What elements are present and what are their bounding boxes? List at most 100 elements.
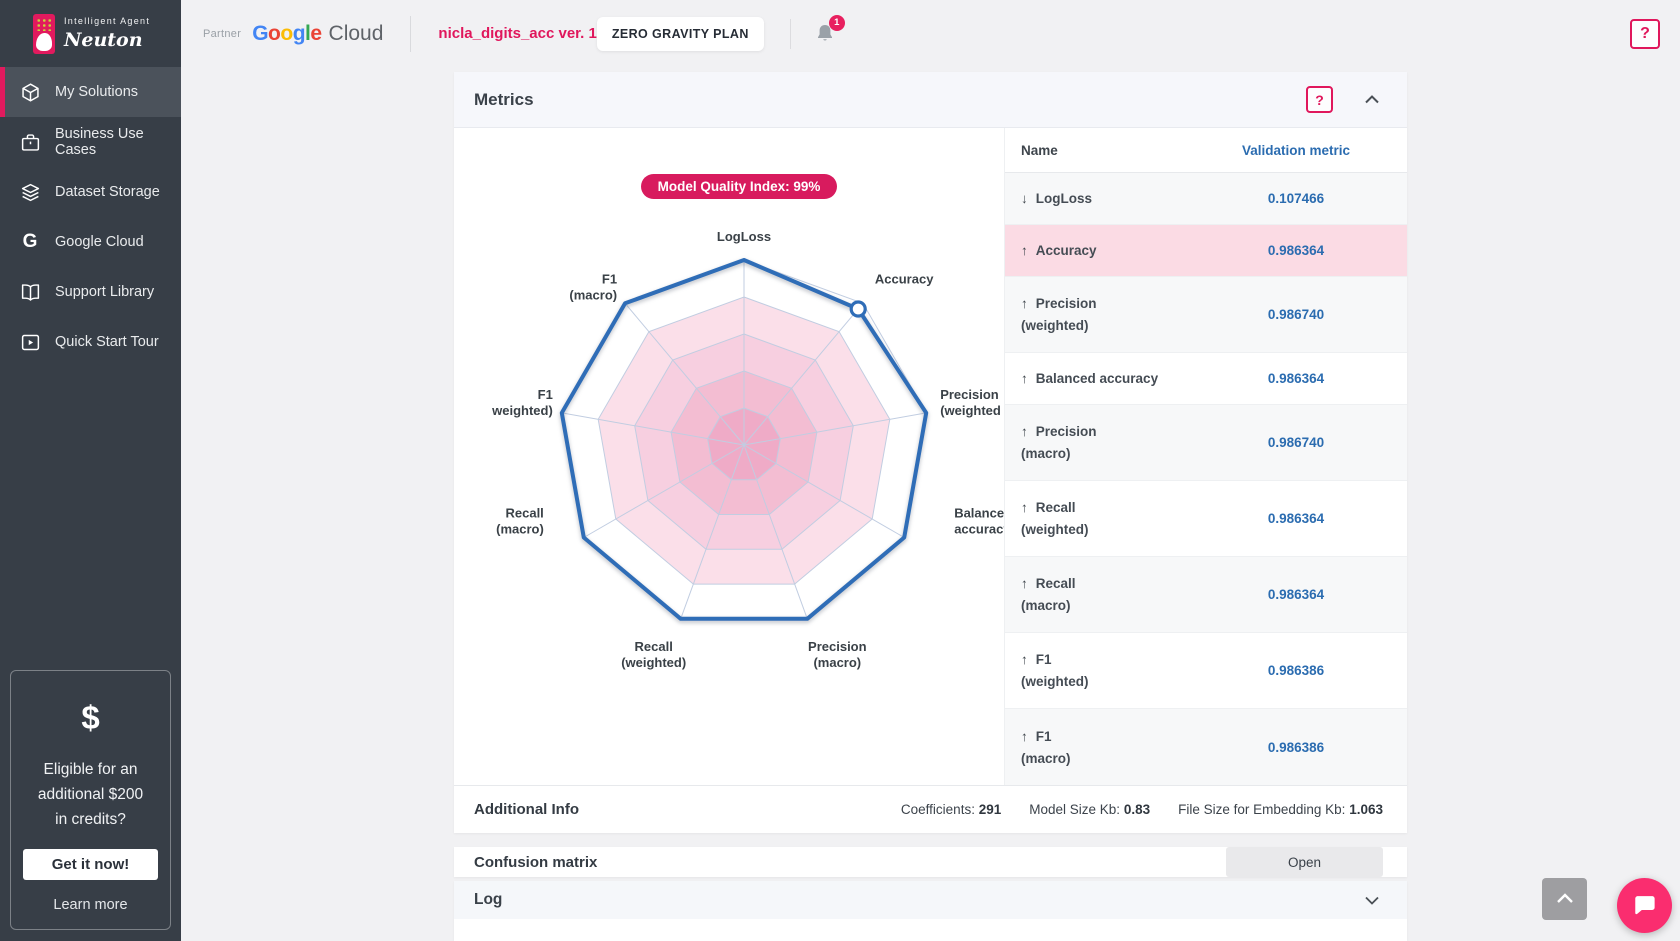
metric-name-line1: Accuracy (1036, 243, 1097, 258)
additional-info-bar: Additional Info Coefficients: 291Model S… (454, 785, 1407, 833)
model-quality-badge: Model Quality Index: 99% (641, 174, 838, 199)
metric-value: 0.986364 (1199, 511, 1393, 526)
metric-name: ↑Precision(macro) (1021, 421, 1199, 464)
cloud-word: Cloud (329, 22, 384, 46)
validation-metric-column-header[interactable]: Validation metric (1199, 143, 1393, 158)
stat-label: Coefficients: (901, 802, 975, 817)
topbar: Partner GoogleCloud nicla_digits_acc ver… (181, 0, 1680, 67)
metric-row-f1-weighted[interactable]: ↑F1(weighted)0.986386 (1005, 633, 1407, 709)
stat-label: File Size for Embedding Kb: (1178, 802, 1345, 817)
metric-value: 0.986364 (1199, 371, 1393, 386)
radar-axis-label-accuracy: Accuracy (875, 271, 934, 286)
notifications-button[interactable]: 1 (813, 21, 839, 47)
metric-name-line2: (weighted) (1021, 671, 1199, 692)
get-it-now-button[interactable]: Get it now! (23, 849, 158, 880)
sidebar-item-business-use-cases[interactable]: Business Use Cases (0, 117, 181, 167)
sidebar-item-google-cloud[interactable]: GGoogle Cloud (0, 217, 181, 267)
metric-name: ↑Recall(weighted) (1021, 497, 1199, 540)
topbar-divider (410, 16, 411, 52)
radar-chart-area: Model Quality Index: 99% LogLoss Accuracy… (454, 128, 1004, 785)
log-title: Log (474, 891, 502, 909)
metric-row-recall-weighted[interactable]: ↑Recall(weighted)0.986364 (1005, 481, 1407, 557)
arrow-up-icon: ↑ (1021, 576, 1028, 591)
app-logo[interactable]: Intelligent Agent Neuton (0, 0, 181, 67)
google-letter: o (268, 22, 280, 45)
metric-row-f1-macro[interactable]: ↑F1(macro)0.986386 (1005, 709, 1407, 785)
metric-name-line1: F1 (1036, 729, 1052, 744)
metrics-help-button[interactable]: ? (1306, 86, 1333, 113)
metric-value: 0.986740 (1199, 435, 1393, 450)
arrow-up-icon: ↑ (1021, 652, 1028, 667)
metric-name: ↑Balanced accuracy (1021, 368, 1199, 389)
google-letter: o (280, 22, 292, 45)
metric-name-line2: (weighted) (1021, 519, 1199, 540)
metric-name: ↑Accuracy (1021, 240, 1199, 261)
project-title: nicla_digits_acc ver. 1 (438, 25, 596, 42)
promo-card: $ Eligible for an additional $200 in cre… (10, 670, 171, 930)
confusion-matrix-title: Confusion matrix (474, 854, 597, 871)
metric-row-precision-weighted[interactable]: ↑Precision(weighted)0.986740 (1005, 277, 1407, 353)
metric-value: 0.986740 (1199, 307, 1393, 322)
metric-name-line1: Recall (1036, 500, 1076, 515)
stat-value: 0.83 (1124, 802, 1150, 817)
logo-blob (36, 33, 52, 51)
name-column-header: Name (1021, 143, 1199, 158)
additional-info-stats: Coefficients: 291Model Size Kb: 0.83File… (901, 802, 1383, 817)
radar-axis-label-precision-weighted: Precision(weighted (940, 387, 1001, 418)
confusion-matrix-card: Confusion matrix Open (454, 847, 1407, 877)
sidebar-item-quick-start-tour[interactable]: Quick Start Tour (0, 317, 181, 367)
radar-axis-label-precision-macro: Precision(macro) (808, 639, 867, 670)
metrics-card: Metrics ? Model Quality Index: 99% LogLo… (454, 72, 1407, 833)
metric-row-logloss[interactable]: ↓LogLoss0.107466 (1005, 173, 1407, 225)
stat-model-size-kb: Model Size Kb: 0.83 (1029, 802, 1150, 817)
metric-value: 0.107466 (1199, 191, 1393, 206)
zero-gravity-plan-button[interactable]: ZERO GRAVITY PLAN (597, 17, 764, 51)
metric-name: ↑Recall(macro) (1021, 573, 1199, 616)
metric-row-balanced-accuracy[interactable]: ↑Balanced accuracy0.986364 (1005, 353, 1407, 405)
metric-value: 0.986386 (1199, 740, 1393, 755)
metric-name-line1: Precision (1036, 296, 1097, 311)
radar-axis-label-logloss: LogLoss (717, 229, 771, 244)
chevron-up-icon (1556, 892, 1574, 907)
chat-button[interactable] (1617, 878, 1672, 933)
google-letter: e (310, 22, 321, 45)
metric-name-line1: Precision (1036, 424, 1097, 439)
metric-row-recall-macro[interactable]: ↑Recall(macro)0.986364 (1005, 557, 1407, 633)
metric-value: 0.986364 (1199, 587, 1393, 602)
radar-axis-label-recall-weighted: Recall(weighted) (621, 639, 686, 670)
main-content: Metrics ? Model Quality Index: 99% LogLo… (181, 0, 1680, 941)
log-expand-button[interactable] (1365, 893, 1379, 908)
logo-brand: Neuton (64, 29, 150, 51)
sidebar-item-label: Quick Start Tour (55, 334, 159, 350)
metrics-header: Metrics ? (454, 72, 1407, 128)
notification-badge: 1 (829, 15, 845, 31)
arrow-up-icon: ↑ (1021, 424, 1028, 439)
metrics-table: Name Validation metric ↓LogLoss0.107466↑… (1004, 128, 1407, 785)
metric-name-line1: Balanced accuracy (1036, 371, 1158, 386)
scroll-to-top-button[interactable] (1542, 878, 1587, 920)
radar-axis-label-recall-macro: Recall(macro) (496, 506, 544, 537)
radar-axis-label-f1-weighted: F1weighted) (491, 387, 553, 418)
metric-value: 0.986386 (1199, 663, 1393, 678)
radar-axis-label-balanced-accuracy: Balancedaccuracy (954, 506, 1004, 537)
metrics-title: Metrics (474, 90, 534, 110)
sidebar-item-support-library[interactable]: Support Library (0, 267, 181, 317)
open-confusion-matrix-button[interactable]: Open (1226, 847, 1383, 877)
arrow-down-icon: ↓ (1021, 191, 1028, 206)
metric-name-line2: (weighted) (1021, 315, 1199, 336)
topbar-help-button[interactable]: ? (1630, 19, 1660, 49)
log-header[interactable]: Log (454, 881, 1407, 919)
stat-value: 1.063 (1349, 802, 1383, 817)
metrics-collapse-button[interactable] (1365, 92, 1379, 107)
sidebar-nav: My SolutionsBusiness Use CasesDataset St… (0, 67, 181, 367)
metric-row-precision-macro[interactable]: ↑Precision(macro)0.986740 (1005, 405, 1407, 481)
metric-name-line1: Recall (1036, 576, 1076, 591)
sidebar-item-dataset-storage[interactable]: Dataset Storage (0, 167, 181, 217)
learn-more-link[interactable]: Learn more (23, 897, 158, 913)
chevron-up-icon (1365, 92, 1379, 107)
sidebar-item-label: Google Cloud (55, 234, 144, 250)
metric-row-accuracy[interactable]: ↑Accuracy0.986364 (1005, 225, 1407, 277)
google-letter: G (252, 22, 268, 45)
promo-text: Eligible for an additional $200 in credi… (23, 757, 158, 832)
sidebar-item-my-solutions[interactable]: My Solutions (0, 67, 181, 117)
